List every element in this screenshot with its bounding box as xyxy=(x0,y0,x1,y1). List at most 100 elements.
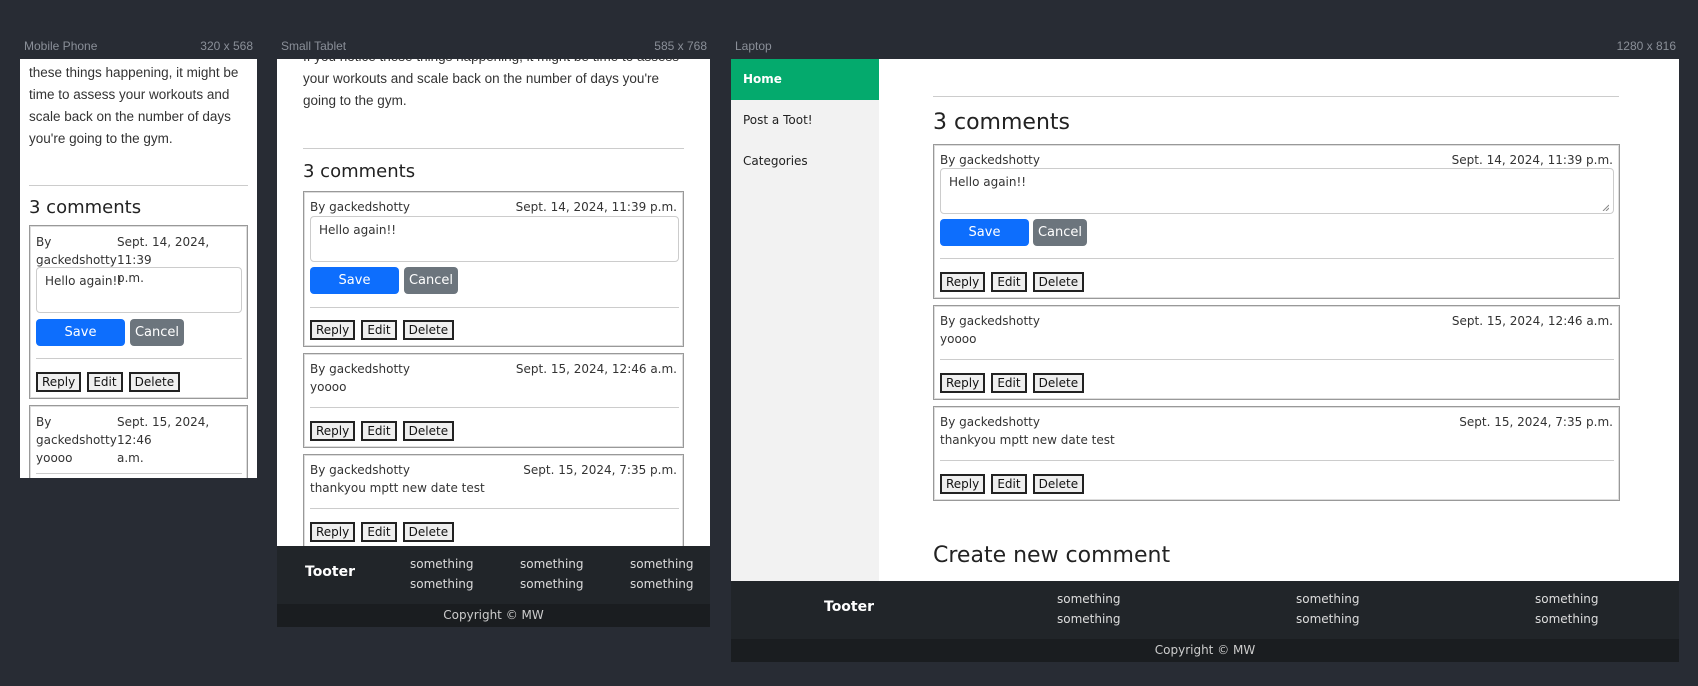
comment-card: By gackedshotty Sept. 15, 2024, 12:46 a.m… xyxy=(303,353,684,448)
footer-link[interactable]: something xyxy=(520,577,584,591)
cancel-button[interactable]: Cancel xyxy=(404,267,458,294)
comment-card: By gackedshotty Sept. 14, 2024, 11:39 p.m… xyxy=(933,144,1620,299)
footer-link[interactable]: something xyxy=(1057,592,1121,606)
save-changes-button[interactable]: Save changes xyxy=(310,267,399,315)
comment-card: By gackedshotty Sept. 14, 2024, 11:39 p.m… xyxy=(303,191,684,347)
comments-title: 3 comments xyxy=(303,161,416,182)
edit-button[interactable]: Edit xyxy=(991,474,1027,494)
comment-edit-textarea[interactable]: Hello again!! xyxy=(940,168,1614,214)
comment-date: Sept. 15, 2024, 12:46 a.m. xyxy=(515,362,677,376)
comment-card: By gackedshotty Sept. 15, 2024, 12:46 a.m… xyxy=(933,305,1620,400)
footer-link[interactable]: something xyxy=(1296,592,1360,606)
delete-button[interactable]: Delete xyxy=(402,522,455,542)
article-text: these things happening, it might be time… xyxy=(29,65,239,146)
comment-card: By gackedshotty Sept. 15, 2024, 7:35 p.m.… xyxy=(303,454,684,549)
comment-header: By gackedshotty Sept. 14, 2024, 11:39 p.m… xyxy=(940,153,1613,167)
footer-link[interactable]: something xyxy=(1296,612,1360,626)
comment-separator xyxy=(940,258,1614,259)
mobile-frame-size: 320 x 568 xyxy=(200,39,253,53)
comment-date: Sept. 14, 2024, 11:39 p.m. xyxy=(515,200,677,214)
mobile-viewport: these things happening, it might be time… xyxy=(20,59,257,478)
resize-grip-icon[interactable] xyxy=(1601,203,1609,211)
reply-button[interactable]: Reply xyxy=(310,320,356,340)
edit-button[interactable]: Edit xyxy=(361,320,397,340)
footer-link[interactable]: something xyxy=(1535,612,1599,626)
divider xyxy=(29,185,248,186)
divider xyxy=(303,148,684,149)
laptop-frame-size: 1280 x 816 xyxy=(1616,39,1676,53)
comment-card: By gackedshotty yoooo Sept. 15, 2024, 12:… xyxy=(29,405,248,478)
comment-date: Sept. 15, 2024, 7:35 p.m. xyxy=(523,463,677,477)
sidebar-item-post-a-toot[interactable]: Post a Toot! xyxy=(731,100,879,141)
delete-button[interactable]: Delete xyxy=(128,372,181,392)
comment-text: yoooo xyxy=(310,380,347,394)
comment-edit-textarea[interactable]: Hello again!! xyxy=(310,216,679,262)
delete-button[interactable]: Delete xyxy=(402,320,455,340)
footer-link[interactable]: something xyxy=(1535,592,1599,606)
laptop-frame-label: Laptop xyxy=(735,39,772,53)
comment-separator xyxy=(310,508,679,509)
footer: Tooter something something something som… xyxy=(731,581,1679,639)
article-text: If you notice these things happening, it… xyxy=(303,59,679,108)
comment-edit-textarea[interactable]: Hello again!! xyxy=(36,267,242,313)
edit-button[interactable]: Edit xyxy=(87,372,123,392)
save-changes-button[interactable]: Save changes xyxy=(940,219,1029,267)
comment-card: By gackedshotty Sept. 14, 2024, 11:39 p.m.… xyxy=(29,225,248,399)
edit-button[interactable]: Edit xyxy=(361,522,397,542)
reply-button[interactable]: Reply xyxy=(310,522,356,542)
footer-link[interactable]: something xyxy=(410,577,474,591)
comment-separator xyxy=(940,460,1614,461)
comment-author: By gackedshotty xyxy=(940,415,1040,429)
footer-link[interactable]: something xyxy=(630,577,694,591)
comment-text: thankyou mptt new date test xyxy=(310,481,485,495)
reply-button[interactable]: Reply xyxy=(36,372,82,392)
comment-actions: Reply Edit Delete xyxy=(36,371,181,392)
delete-button[interactable]: Delete xyxy=(1032,272,1085,292)
reply-button[interactable]: Reply xyxy=(940,474,986,494)
edit-button[interactable]: Edit xyxy=(991,272,1027,292)
comment-header: By gackedshotty Sept. 14, 2024, 11:39 p.m… xyxy=(310,200,677,214)
reply-button[interactable]: Reply xyxy=(940,373,986,393)
comment-separator xyxy=(36,358,242,359)
reply-button[interactable]: Reply xyxy=(940,272,986,292)
cancel-button[interactable]: Cancel xyxy=(130,319,184,346)
edit-button[interactable]: Edit xyxy=(991,373,1027,393)
cancel-button[interactable]: Cancel xyxy=(1033,219,1087,246)
sidebar-item-categories[interactable]: Categories xyxy=(731,141,879,182)
comment-text: thankyou mptt new date test xyxy=(940,433,1115,447)
comment-date: Sept. 14, 2024, 11:39 p.m. xyxy=(1451,153,1613,167)
tablet-viewport: If you notice these things happening, it… xyxy=(277,59,710,627)
comment-separator xyxy=(310,307,679,308)
comment-actions: Reply Edit Delete xyxy=(310,420,455,441)
delete-button[interactable]: Delete xyxy=(1032,474,1085,494)
copyright: Copyright © MW xyxy=(731,639,1679,662)
save-changes-button[interactable]: Save changes xyxy=(36,319,125,367)
comment-header: By gackedshotty Sept. 15, 2024, 7:35 p.m. xyxy=(310,463,677,477)
comment-date: Sept. 15, 2024, 12:46 a.m. xyxy=(117,415,210,465)
comment-date: Sept. 15, 2024, 12:46 a.m. xyxy=(1451,314,1613,328)
comment-actions: Reply Edit Delete xyxy=(310,319,455,340)
copyright: Copyright © MW xyxy=(277,604,710,627)
comment-header: By gackedshotty Sept. 15, 2024, 12:46 a.m… xyxy=(310,362,677,376)
comment-actions: Reply Edit Delete xyxy=(940,372,1085,393)
delete-button[interactable]: Delete xyxy=(402,421,455,441)
delete-button[interactable]: Delete xyxy=(1032,373,1085,393)
create-comment-title: Create new comment xyxy=(933,543,1171,568)
footer-link[interactable]: something xyxy=(1057,612,1121,626)
sidebar-item-home[interactable]: Home xyxy=(731,59,879,100)
comment-separator xyxy=(940,359,1614,360)
comments-title: 3 comments xyxy=(933,110,1070,135)
footer-link[interactable]: something xyxy=(520,557,584,571)
divider xyxy=(933,96,1619,97)
comment-separator xyxy=(36,473,242,474)
comment-author: By gackedshotty xyxy=(310,362,410,376)
comment-author: By gackedshotty xyxy=(310,200,410,214)
comment-actions: Reply Edit Delete xyxy=(940,473,1085,494)
footer-link[interactable]: something xyxy=(410,557,474,571)
comment-header: By gackedshotty Sept. 15, 2024, 7:35 p.m. xyxy=(940,415,1613,429)
footer-link[interactable]: something xyxy=(630,557,694,571)
edit-button[interactable]: Edit xyxy=(361,421,397,441)
comment-card: By gackedshotty Sept. 15, 2024, 7:35 p.m.… xyxy=(933,406,1620,501)
reply-button[interactable]: Reply xyxy=(310,421,356,441)
comment-author: By gackedshotty xyxy=(940,153,1040,167)
